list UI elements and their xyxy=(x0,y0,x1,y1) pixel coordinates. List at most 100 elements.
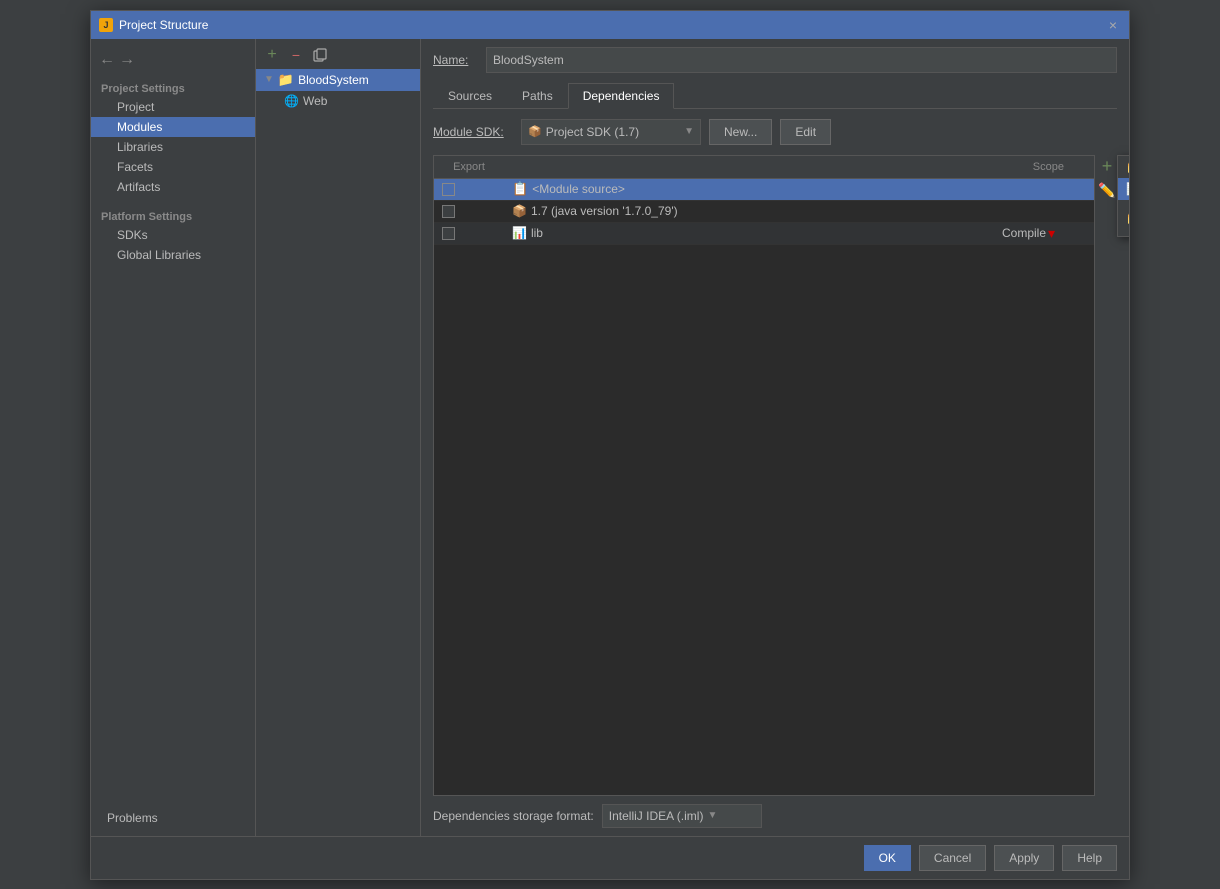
add-dependency-button[interactable]: + xyxy=(1097,157,1117,177)
table-row[interactable]: 📦 1.7 (java version '1.7.0_79') xyxy=(434,201,1094,223)
table-row[interactable]: 📊 lib Compile ▾ xyxy=(434,223,1094,245)
lib-icon: 📊 xyxy=(512,226,527,240)
dropdown-item-library[interactable]: 📊 2 Library... xyxy=(1118,178,1129,200)
web-icon: 🌐 xyxy=(284,94,299,108)
sidebar-item-libraries[interactable]: Libraries xyxy=(91,137,255,157)
table-row[interactable]: 📋 <Module source> xyxy=(434,179,1094,201)
module-source-icon: 📋 xyxy=(512,181,528,197)
sidebar-item-sdks[interactable]: SDKs xyxy=(91,225,255,245)
dialog-title: Project Structure xyxy=(119,18,208,32)
td-scope-1 xyxy=(994,187,1094,191)
th-export: Export xyxy=(434,159,504,175)
td-export-2 xyxy=(434,203,504,220)
nav-buttons: ← → xyxy=(99,51,135,69)
library-icon: 📊 xyxy=(1126,182,1129,196)
dropdown-item-jars[interactable]: 📁 1 JARs or directories... xyxy=(1118,156,1129,178)
tree-label-bloodsystem: BloodSystem xyxy=(298,73,369,87)
scope-dropdown-3[interactable]: Compile ▾ xyxy=(1002,225,1086,242)
tab-dependencies[interactable]: Dependencies xyxy=(568,83,675,109)
scope-value-3: Compile xyxy=(1002,226,1046,240)
remove-module-button[interactable]: − xyxy=(286,45,306,65)
new-sdk-button[interactable]: New... xyxy=(709,119,772,145)
sdk-label: Module SDK: xyxy=(433,125,513,139)
td-export-3 xyxy=(434,225,504,242)
td-scope-2 xyxy=(994,209,1094,213)
export-checkbox-2[interactable] xyxy=(442,205,455,218)
module-tabs: Sources Paths Dependencies xyxy=(433,83,1117,109)
project-structure-dialog: J Project Structure × ← → Project Settin… xyxy=(90,10,1130,880)
module-name-input[interactable] xyxy=(486,47,1117,73)
edit-sdk-button[interactable]: Edit xyxy=(780,119,831,145)
storage-row: Dependencies storage format: IntelliJ ID… xyxy=(433,804,1117,828)
export-checkbox-3[interactable] xyxy=(442,227,455,240)
sdk-dep-icon: 📦 xyxy=(512,204,527,218)
table-action-buttons: + ✏️ 📁 1 JARs or directories... 📊 2 Libr… xyxy=(1095,155,1117,201)
sdk-value: Project SDK (1.7) xyxy=(546,125,680,139)
title-bar-left: J Project Structure xyxy=(99,18,208,32)
add-dependency-dropdown: 📁 1 JARs or directories... 📊 2 Library..… xyxy=(1117,155,1129,237)
td-name-3: 📊 lib xyxy=(504,224,994,242)
apply-button[interactable]: Apply xyxy=(994,845,1054,871)
dependencies-section: Export Scope 📋 <Module source> xyxy=(433,155,1117,796)
sdk-icon: 📦 xyxy=(528,125,542,138)
sdk-select[interactable]: 📦 Project SDK (1.7) ▼ xyxy=(521,119,701,145)
sidebar-item-project[interactable]: Project xyxy=(91,97,255,117)
tree-item-web[interactable]: 🌐 Web xyxy=(256,91,420,111)
module-settings-panel: Name: Sources Paths Dependencies Module … xyxy=(421,39,1129,836)
jars-icon: 📁 xyxy=(1126,160,1129,174)
td-export-1 xyxy=(434,181,504,198)
tree-label-web: Web xyxy=(303,94,327,108)
dependencies-table: Export Scope 📋 <Module source> xyxy=(433,155,1095,796)
add-module-button[interactable]: + xyxy=(262,45,282,65)
platform-settings-label: Platform Settings xyxy=(91,205,255,225)
ok-button[interactable]: OK xyxy=(864,845,911,871)
bottom-bar: OK Cancel Apply Help xyxy=(91,836,1129,879)
td-scope-3: Compile ▾ xyxy=(994,223,1094,244)
dep-name-2: 1.7 (java version '1.7.0_79') xyxy=(531,204,678,218)
name-label: Name: xyxy=(433,53,478,67)
project-settings-label: Project Settings xyxy=(91,77,255,97)
storage-label: Dependencies storage format: xyxy=(433,809,594,823)
dep-name-1: <Module source> xyxy=(532,182,625,196)
sidebar-item-modules[interactable]: Modules xyxy=(91,117,255,137)
tab-sources[interactable]: Sources xyxy=(433,83,507,108)
cancel-button[interactable]: Cancel xyxy=(919,845,986,871)
dropdown-item-module-dep[interactable]: 📁 3 Module Dependency... xyxy=(1118,200,1129,236)
sidebar-item-facets[interactable]: Facets xyxy=(91,157,255,177)
tree-item-bloodsystem[interactable]: ▼ 📁 BloodSystem xyxy=(256,69,420,91)
td-name-2: 📦 1.7 (java version '1.7.0_79') xyxy=(504,202,994,220)
tab-paths[interactable]: Paths xyxy=(507,83,568,108)
storage-select[interactable]: IntelliJ IDEA (.iml) ▼ xyxy=(602,804,762,828)
sidebar-toolbar: ← → xyxy=(91,47,255,73)
sdk-row: Module SDK: 📦 Project SDK (1.7) ▼ New...… xyxy=(433,119,1117,145)
copy-module-button[interactable] xyxy=(310,45,330,65)
close-button[interactable]: × xyxy=(1105,17,1121,33)
remove-dependency-button[interactable]: ✏️ xyxy=(1097,181,1117,201)
th-name xyxy=(504,159,994,175)
tree-toolbar: + − xyxy=(256,39,420,69)
help-button[interactable]: Help xyxy=(1062,845,1117,871)
export-checkbox-1[interactable] xyxy=(442,183,455,196)
td-name-1: 📋 <Module source> xyxy=(504,179,994,199)
module-dep-icon: 📁 xyxy=(1126,211,1129,225)
module-folder-icon: 📁 xyxy=(278,72,294,88)
table-header: Export Scope xyxy=(434,156,1094,179)
name-row: Name: xyxy=(433,47,1117,73)
forward-button[interactable]: → xyxy=(119,51,135,69)
back-button[interactable]: ← xyxy=(99,51,115,69)
sidebar: ← → Project Settings Project Modules Lib… xyxy=(91,39,256,836)
main-content-area: ← → Project Settings Project Modules Lib… xyxy=(91,39,1129,836)
sidebar-item-artifacts[interactable]: Artifacts xyxy=(91,177,255,197)
tree-arrow-bloodsystem: ▼ xyxy=(264,74,274,85)
storage-value: IntelliJ IDEA (.iml) xyxy=(609,809,704,823)
storage-dropdown-arrow-icon: ▼ xyxy=(707,810,717,821)
module-tree-panel: + − ▼ 📁 BloodSystem 🌐 Web xyxy=(256,39,421,836)
title-bar: J Project Structure × xyxy=(91,11,1129,39)
scope-dropdown-arrow-icon: ▾ xyxy=(1048,225,1055,242)
th-scope: Scope xyxy=(994,159,1094,175)
app-icon: J xyxy=(99,18,113,32)
sidebar-item-global-libraries[interactable]: Global Libraries xyxy=(91,245,255,265)
dep-name-3: lib xyxy=(531,226,543,240)
sidebar-item-problems[interactable]: Problems xyxy=(91,808,255,828)
sdk-dropdown-arrow-icon: ▼ xyxy=(684,126,694,137)
